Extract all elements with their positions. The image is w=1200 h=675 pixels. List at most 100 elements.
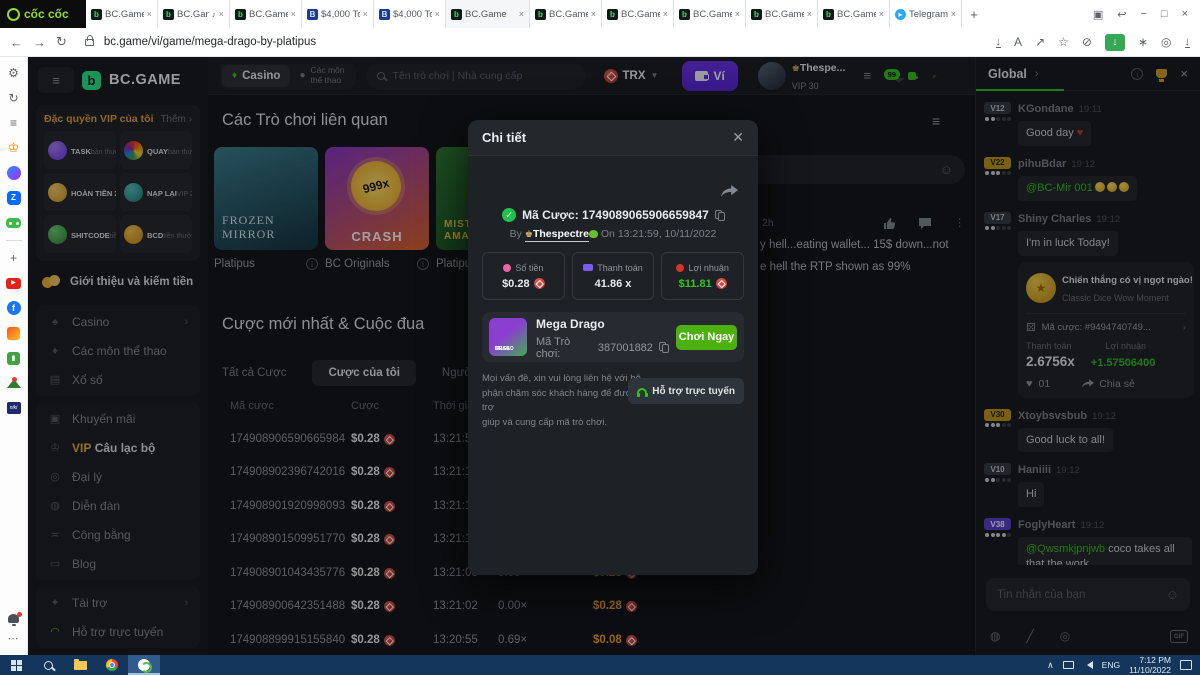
profile-icon[interactable]: ◎: [1161, 35, 1171, 49]
tab-close-icon[interactable]: ×: [435, 9, 440, 19]
notification-bell-icon[interactable]: [8, 614, 19, 623]
youtube-icon[interactable]: ▶: [6, 278, 21, 289]
translate-icon[interactable]: A: [1014, 35, 1022, 49]
battery-saver-icon[interactable]: ▮: [7, 352, 20, 365]
wallet-button[interactable]: Ví: [682, 61, 737, 91]
comment-more-icon[interactable]: ⋮: [955, 217, 966, 229]
browser-tab[interactable]: bBC.Game×: [230, 0, 302, 28]
game-thumbnail[interactable]: MEGADRAGO: [489, 318, 527, 356]
tab-close-icon[interactable]: ×: [663, 9, 668, 19]
add-shortcut-icon[interactable]: +: [6, 250, 22, 266]
maximize-button[interactable]: □: [1161, 8, 1168, 20]
tab-close-icon[interactable]: ×: [363, 9, 368, 19]
currency-selector[interactable]: TRX ▼: [604, 69, 659, 83]
gif-icon[interactable]: GIF: [1170, 630, 1188, 643]
chat-username[interactable]: Shiny Charles: [1018, 213, 1091, 225]
sidebar-item-sports[interactable]: ♦Các môn thể thao: [36, 336, 200, 365]
table-row[interactable]: 174908900642351488$0.2813:21:020.00×$0.2…: [208, 600, 975, 620]
user-profile[interactable]: ♚Thespe... VIP 30: [758, 58, 846, 94]
sidebar-item-forum[interactable]: ◍Diễn đàn: [36, 491, 200, 520]
recent-tabs-icon[interactable]: ↩: [1117, 8, 1126, 21]
niki-app-icon[interactable]: niki: [7, 402, 21, 414]
thumbs-up-icon[interactable]: [884, 218, 895, 229]
download-button[interactable]: ↓: [1105, 34, 1125, 51]
chat-username[interactable]: Xtoybsvsbub: [1018, 410, 1087, 422]
tab-close-icon[interactable]: ×: [879, 9, 884, 19]
facebook-icon[interactable]: f: [7, 301, 21, 315]
downloads-tray-icon[interactable]: ↓: [1185, 37, 1191, 48]
sidebar-item-promotions[interactable]: ▣Khuyến mãi: [36, 404, 200, 433]
player-link[interactable]: ♚Thespectre: [525, 228, 589, 242]
like-heart-icon[interactable]: ♥: [1026, 378, 1033, 390]
settings-gear-icon[interactable]: ⚙: [6, 65, 22, 81]
referral-link[interactable]: Giới thiệu và kiếm tiền: [28, 265, 208, 299]
chat-rules-icon[interactable]: i: [1131, 68, 1143, 80]
promo-spin[interactable]: QUAYbàn thưởng: [120, 131, 192, 169]
tab-search-icon[interactable]: ▣: [1093, 8, 1103, 21]
tray-expand-icon[interactable]: ∧: [1047, 660, 1054, 671]
avatar[interactable]: [758, 62, 786, 90]
win-share-card[interactable]: Chiến thắng có vị ngọt ngào!Classic Dice…: [1018, 262, 1194, 398]
sidebar-collapse-icon[interactable]: ≡: [38, 67, 74, 93]
sidebar-item-vip-club[interactable]: ♔VIP Câu lạc bộ: [36, 433, 200, 462]
promo-shitcode[interactable]: SHITCODEtiền thưởng: [44, 215, 116, 253]
game-card-frozen-mirror[interactable]: FROZENMIRROR: [214, 147, 318, 250]
share-button[interactable]: Chia sẻ: [1082, 378, 1135, 390]
sidebar-item-lottery[interactable]: ▤Xổ số: [36, 365, 200, 394]
tab-close-icon[interactable]: ×: [147, 9, 152, 19]
minimize-button[interactable]: −: [1140, 8, 1146, 20]
messenger-icon[interactable]: [7, 166, 21, 180]
share-bet-icon[interactable]: [721, 184, 738, 202]
taskbar-search-icon[interactable]: [32, 655, 64, 675]
browser-tab[interactable]: bBC.Game×: [530, 0, 602, 28]
chat-message-input[interactable]: Tin nhắn của bạn ☺: [986, 578, 1190, 611]
game-card-crash[interactable]: 999x CRASH: [325, 147, 429, 250]
network-icon[interactable]: [1063, 661, 1074, 669]
browser-tab[interactable]: ▸Telegram×: [890, 0, 962, 28]
chat-username[interactable]: pihuBdar: [1018, 158, 1066, 170]
browser-tab[interactable]: bBC.Game×: [674, 0, 746, 28]
play-now-button[interactable]: Chơi Ngay: [676, 325, 737, 350]
info-icon[interactable]: i: [306, 258, 318, 270]
modal-close-icon[interactable]: ✕: [732, 129, 744, 146]
file-explorer-icon[interactable]: [64, 655, 96, 675]
chevron-right-icon[interactable]: ›: [1035, 68, 1039, 80]
mention[interactable]: @BC-Mir 001: [1026, 182, 1093, 194]
tab-close-icon[interactable]: ×: [951, 9, 956, 19]
browser-tab[interactable]: bBC.Gan♪×: [158, 0, 230, 28]
zalo-icon[interactable]: Z: [7, 191, 21, 205]
copy-icon[interactable]: [715, 210, 724, 221]
chat-username[interactable]: FoglyHeart: [1018, 519, 1075, 531]
chat-tab-global[interactable]: Global: [988, 67, 1027, 81]
promo-bcd[interactable]: BCDtiền thưởng: [120, 215, 192, 253]
tab-close-icon[interactable]: ×: [735, 9, 740, 19]
vip-crown-icon[interactable]: ♔: [6, 140, 22, 156]
coccoc-taskbar-icon[interactable]: [128, 655, 160, 675]
browser-tab[interactable]: bBC.Game×: [746, 0, 818, 28]
language-indicator[interactable]: ENG: [1102, 660, 1120, 670]
sidebar-item-fairness[interactable]: ≍Công bằng: [36, 520, 200, 549]
bcgame-logo-icon[interactable]: b: [82, 71, 101, 90]
ssl-lock-icon[interactable]: [85, 39, 94, 46]
chat-close-icon[interactable]: ×: [1180, 66, 1188, 81]
tab-close-icon[interactable]: ×: [219, 9, 224, 19]
more-options-icon[interactable]: ⋯: [8, 632, 20, 645]
tab-audio-icon[interactable]: ♪: [212, 10, 216, 19]
clock[interactable]: 7:12 PM11/10/2022: [1129, 655, 1171, 675]
back-icon[interactable]: ←: [10, 35, 23, 50]
chat-username[interactable]: KGondane: [1018, 103, 1074, 115]
browser-tab[interactable]: B$4,000 Top×: [374, 0, 446, 28]
reading-list-icon[interactable]: ≡: [6, 115, 22, 131]
copy-icon[interactable]: [659, 342, 667, 353]
tab-close-icon[interactable]: ×: [291, 9, 296, 19]
menu-lines-icon[interactable]: ≡: [863, 68, 871, 83]
shopping-icon[interactable]: [7, 327, 20, 340]
info-icon[interactable]: i: [417, 258, 429, 270]
close-window-button[interactable]: ×: [1182, 8, 1188, 20]
new-tab-button[interactable]: +: [962, 0, 986, 28]
tab-close-icon[interactable]: ×: [591, 9, 596, 19]
tab-sports[interactable]: ●Các mônthể thao: [290, 64, 353, 88]
study-hat-icon[interactable]: [7, 379, 21, 388]
trophy-icon[interactable]: [1156, 69, 1167, 78]
coinflip-icon[interactable]: ◎: [1060, 629, 1070, 643]
